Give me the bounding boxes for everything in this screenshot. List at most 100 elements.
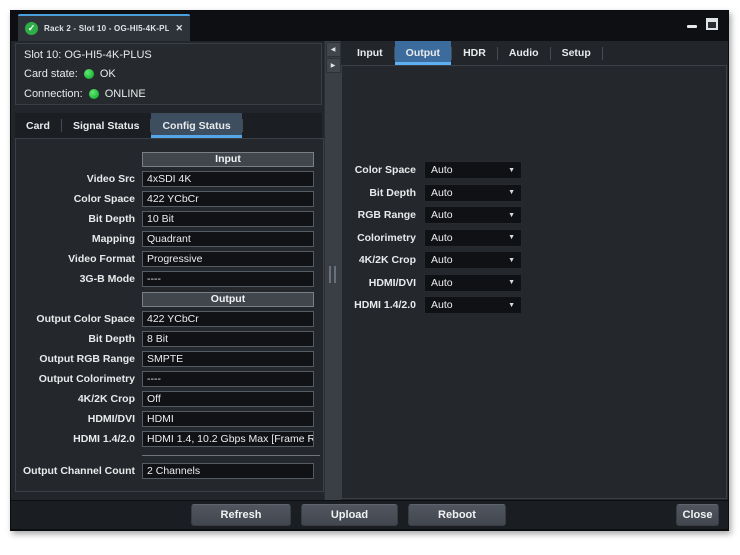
- refresh-button[interactable]: Refresh: [191, 504, 291, 526]
- config-row-color-space: Color Space 422 YCbCr: [16, 189, 323, 209]
- minimize-button[interactable]: [687, 20, 697, 28]
- setting-label: Bit Depth: [342, 187, 424, 199]
- window-tab[interactable]: ✓ Rack 2 - Slot 10 - OG-HI5-4K-PLUS ✕: [18, 14, 190, 41]
- config-row-hdmi-dvi: HDMI/DVI HDMI: [16, 409, 323, 429]
- footer-bar: Refresh Upload Reboot Close: [11, 500, 728, 529]
- row-value: 4xSDI 4K: [142, 171, 314, 187]
- config-status-panel: Input Video Src 4xSDI 4K Color Space 422…: [15, 138, 324, 492]
- dropdown-value: Auto: [431, 299, 453, 311]
- tab-config-status[interactable]: Config Status: [151, 113, 241, 138]
- card-state-value: OK: [100, 68, 116, 80]
- tab-card[interactable]: Card: [15, 113, 61, 138]
- card-state-row: Card state: OK: [24, 65, 321, 85]
- chevron-down-icon: ▼: [508, 234, 515, 241]
- left-tab-bar: Card Signal Status Config Status: [15, 113, 322, 138]
- setting-row-color-space: Color Space Auto ▼: [342, 159, 726, 182]
- config-row-mapping: Mapping Quadrant: [16, 229, 323, 249]
- tab-setup[interactable]: Setup: [551, 41, 602, 65]
- setting-row-bit-depth: Bit Depth Auto ▼: [342, 182, 726, 205]
- hdmi-dvi-dropdown[interactable]: Auto ▼: [424, 274, 522, 292]
- left-arrow-icon: ◀: [331, 46, 336, 53]
- screenshot-root: ✓ Rack 2 - Slot 10 - OG-HI5-4K-PLUS ✕ Sl…: [0, 0, 740, 555]
- tab-signal-status[interactable]: Signal Status: [62, 113, 151, 138]
- chevron-down-icon: ▼: [508, 279, 515, 286]
- row-label: HDMI/DVI: [16, 413, 142, 425]
- config-row-hdmi-14-20: HDMI 1.4/2.0 HDMI 1.4, 10.2 Gbps Max [Fr…: [16, 429, 323, 449]
- row-value: SMPTE: [142, 351, 314, 367]
- color-space-dropdown[interactable]: Auto ▼: [424, 161, 522, 179]
- connection-row: Connection: ONLINE: [24, 84, 321, 104]
- row-label: Mapping: [16, 233, 142, 245]
- card-state-label: Card state:: [24, 68, 78, 80]
- card-status-panel: Slot 10: OG-HI5-4K-PLUS Card state: OK C…: [15, 43, 322, 105]
- row-value: Progressive: [142, 251, 314, 267]
- setting-label: Color Space: [342, 164, 424, 176]
- config-row-output-bit-depth: Bit Depth 8 Bit: [16, 329, 323, 349]
- setting-label: 4K/2K Crop: [342, 254, 424, 266]
- reboot-button[interactable]: Reboot: [408, 504, 506, 526]
- setting-row-hdmi-dvi: HDMI/DVI Auto ▼: [342, 272, 726, 295]
- setting-label: RGB Range: [342, 209, 424, 221]
- setting-label: HDMI/DVI: [342, 277, 424, 289]
- tab-divider: [602, 47, 603, 60]
- tab-scroll-right-button[interactable]: ▶: [326, 58, 341, 73]
- row-label: 4K/2K Crop: [16, 393, 142, 405]
- config-row-output-color-space: Output Color Space 422 YCbCr: [16, 309, 323, 329]
- bit-depth-dropdown[interactable]: Auto ▼: [424, 184, 522, 202]
- input-section-header-row: Input: [16, 149, 323, 169]
- row-label: Video Src: [16, 173, 142, 185]
- tab-output[interactable]: Output: [395, 41, 451, 65]
- row-label: Bit Depth: [16, 333, 142, 345]
- config-row-bit-depth: Bit Depth 10 Bit: [16, 209, 323, 229]
- setting-label: Colorimetry: [342, 232, 424, 244]
- row-label: 3G-B Mode: [16, 273, 142, 285]
- row-label: Color Space: [16, 193, 142, 205]
- row-label: Video Format: [16, 253, 142, 265]
- tab-close-icon[interactable]: ✕: [175, 23, 183, 34]
- config-row-output-colorimetry: Output Colorimetry ----: [16, 369, 323, 389]
- separator-line: [142, 455, 320, 456]
- config-row-output-rgb-range: Output RGB Range SMPTE: [16, 349, 323, 369]
- row-value: HDMI: [142, 411, 314, 427]
- row-label: Bit Depth: [16, 213, 142, 225]
- chevron-down-icon: ▼: [508, 257, 515, 264]
- colorimetry-dropdown[interactable]: Auto ▼: [424, 229, 522, 247]
- setting-row-colorimetry: Colorimetry Auto ▼: [342, 227, 726, 250]
- tab-audio[interactable]: Audio: [498, 41, 550, 65]
- maximize-button[interactable]: [706, 18, 718, 30]
- chevron-down-icon: ▼: [508, 167, 515, 174]
- upload-button[interactable]: Upload: [301, 504, 398, 526]
- row-value: Off: [142, 391, 314, 407]
- tab-scroll-left-button[interactable]: ◀: [326, 42, 341, 57]
- row-value: 422 YCbCr: [142, 311, 314, 327]
- minimize-icon: [687, 25, 697, 28]
- tab-divider: [242, 119, 243, 132]
- dropdown-value: Auto: [431, 232, 453, 244]
- dropdown-value: Auto: [431, 164, 453, 176]
- setting-row-4k2k-crop: 4K/2K Crop Auto ▼: [342, 249, 726, 272]
- row-value: Quadrant: [142, 231, 314, 247]
- separator-row: [16, 449, 323, 461]
- dropdown-value: Auto: [431, 254, 453, 266]
- crop-dropdown[interactable]: Auto ▼: [424, 251, 522, 269]
- output-settings-panel: Color Space Auto ▼ Bit Depth Auto ▼ RGB …: [341, 65, 727, 499]
- output-section-header: Output: [142, 292, 314, 307]
- slot-title: Slot 10: OG-HI5-4K-PLUS: [24, 49, 152, 61]
- hdmi-14-20-dropdown[interactable]: Auto ▼: [424, 296, 522, 314]
- dropdown-value: Auto: [431, 187, 453, 199]
- maximize-icon: [706, 18, 718, 30]
- rgb-range-dropdown[interactable]: Auto ▼: [424, 206, 522, 224]
- chevron-down-icon: ▼: [508, 212, 515, 219]
- row-value: ----: [142, 271, 314, 287]
- tab-hdr[interactable]: HDR: [452, 41, 497, 65]
- connected-check-icon: ✓: [25, 22, 38, 35]
- row-label: Output Colorimetry: [16, 373, 142, 385]
- tab-input[interactable]: Input: [346, 41, 394, 65]
- row-label: Output Channel Count: [16, 465, 142, 477]
- row-label: Output RGB Range: [16, 353, 142, 365]
- splitter-grip: [329, 266, 336, 283]
- panel-splitter[interactable]: ◀ ▶: [324, 41, 341, 513]
- close-button[interactable]: Close: [676, 504, 719, 526]
- config-row-output-channel-count: Output Channel Count 2 Channels: [16, 461, 323, 481]
- titlebar: ✓ Rack 2 - Slot 10 - OG-HI5-4K-PLUS ✕: [11, 11, 728, 41]
